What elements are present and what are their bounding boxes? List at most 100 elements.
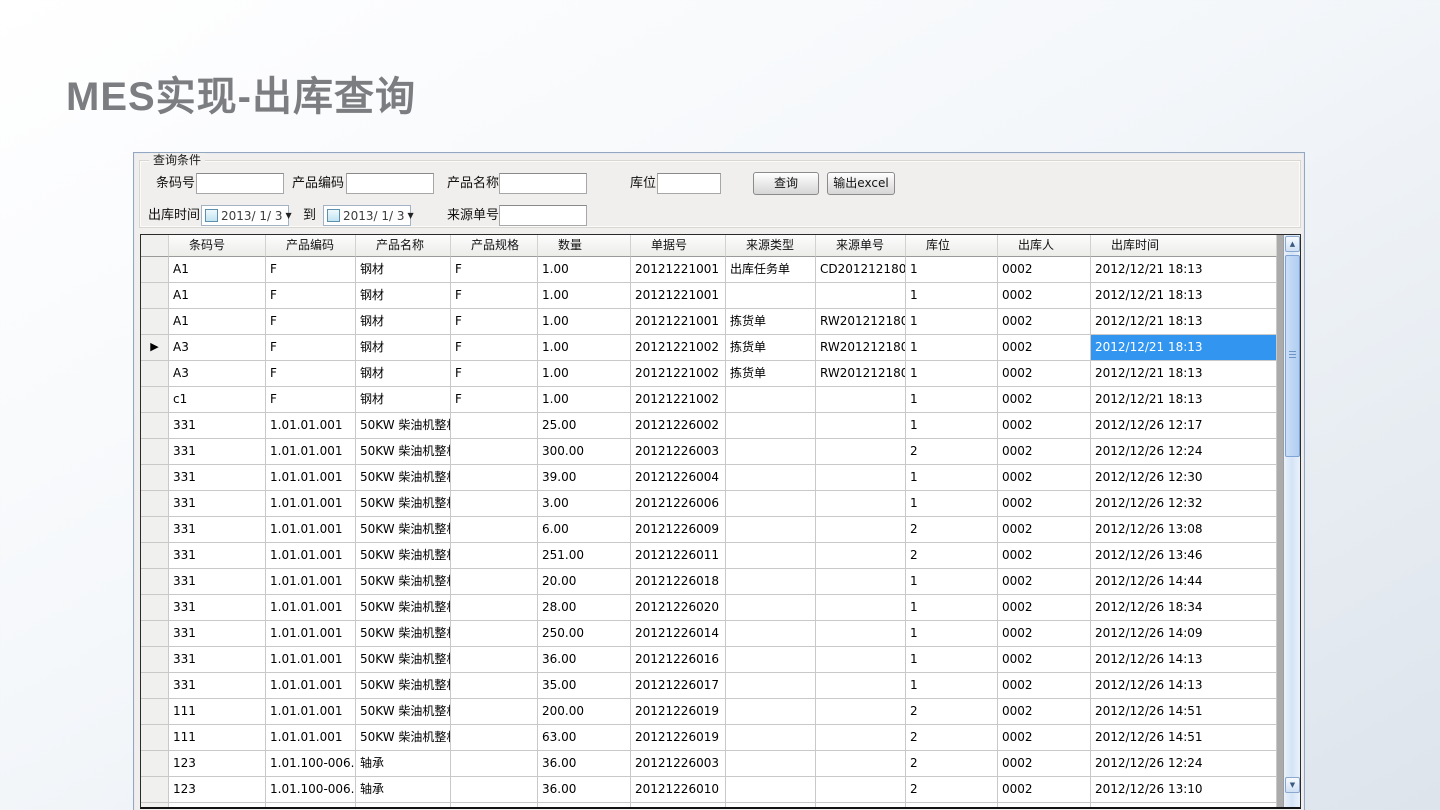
table-cell[interactable]	[726, 803, 816, 807]
table-row[interactable]: 1231.01.100-006...轴承36.00201212260032000…	[141, 751, 1277, 777]
table-cell[interactable]: 50KW 柴油机整机	[356, 725, 451, 751]
table-cell[interactable]	[816, 491, 906, 517]
table-row[interactable]: 1111.01.01.00150KW 柴油机整机63.0020121226019…	[141, 725, 1277, 751]
table-cell[interactable]: 331	[169, 413, 266, 439]
table-cell[interactable]: 1	[906, 335, 998, 361]
row-indicator[interactable]	[141, 673, 169, 699]
table-cell[interactable]: 331	[169, 439, 266, 465]
table-cell[interactable]	[816, 517, 906, 543]
table-cell[interactable]: 123	[169, 777, 266, 803]
table-cell[interactable]: 0002	[998, 777, 1091, 803]
table-cell[interactable]	[998, 803, 1091, 807]
query-button[interactable]: 查询	[753, 172, 819, 195]
table-cell[interactable]: 2	[906, 543, 998, 569]
column-header[interactable]: 出库人	[998, 235, 1091, 257]
table-cell[interactable]: F	[266, 283, 356, 309]
table-cell[interactable]	[451, 595, 538, 621]
chevron-down-icon[interactable]: ▼	[408, 211, 415, 220]
table-cell[interactable]	[538, 803, 631, 807]
table-row[interactable]: 3311.01.01.00150KW 柴油机整机28.0020121226020…	[141, 595, 1277, 621]
table-cell[interactable]: A1	[169, 309, 266, 335]
product-name-input[interactable]	[499, 173, 587, 194]
table-cell[interactable]	[451, 621, 538, 647]
table-cell[interactable]: 1.01.01.001	[266, 569, 356, 595]
table-row[interactable]: 3311.01.01.00150KW 柴油机整机251.002012122601…	[141, 543, 1277, 569]
table-row[interactable]: 3311.01.01.00150KW 柴油机整机20.0020121226018…	[141, 569, 1277, 595]
table-cell[interactable]: 50KW 柴油机整机	[356, 673, 451, 699]
table-cell[interactable]: 0002	[998, 309, 1091, 335]
table-cell[interactable]: 1.01.01.001	[266, 491, 356, 517]
table-cell[interactable]: 111	[169, 699, 266, 725]
table-cell[interactable]: 0002	[998, 361, 1091, 387]
table-cell[interactable]: 2	[906, 699, 998, 725]
table-cell[interactable]: 1.01.01.001	[266, 517, 356, 543]
table-cell[interactable]	[816, 647, 906, 673]
table-cell[interactable]: 1	[906, 673, 998, 699]
table-cell[interactable]: 1	[906, 387, 998, 413]
table-cell[interactable]: 20121226010	[631, 777, 726, 803]
table-cell[interactable]: 331	[169, 595, 266, 621]
table-cell[interactable]: 2012/12/26 18:34	[1091, 595, 1277, 621]
table-cell[interactable]: 20121226017	[631, 673, 726, 699]
date-from-checkbox[interactable]	[205, 209, 218, 222]
table-cell[interactable]: F	[451, 309, 538, 335]
table-cell[interactable]: 250.00	[538, 621, 631, 647]
row-indicator[interactable]	[141, 283, 169, 309]
table-cell[interactable]	[451, 777, 538, 803]
table-cell[interactable]	[451, 725, 538, 751]
row-indicator[interactable]	[141, 543, 169, 569]
table-cell[interactable]: 331	[169, 647, 266, 673]
table-cell[interactable]	[726, 543, 816, 569]
table-cell[interactable]: 拣货单	[726, 309, 816, 335]
row-indicator[interactable]	[141, 491, 169, 517]
table-cell[interactable]: 2012/12/21 18:13	[1091, 257, 1277, 283]
table-cell[interactable]: 0002	[998, 257, 1091, 283]
source-no-input[interactable]	[499, 205, 587, 226]
vertical-scrollbar[interactable]: ▲ ▼	[1283, 235, 1300, 807]
row-indicator[interactable]	[141, 361, 169, 387]
table-row[interactable]: A1F钢材F1.0020121221001100022012/12/21 18:…	[141, 283, 1277, 309]
table-cell[interactable]	[726, 387, 816, 413]
table-cell[interactable]: 0002	[998, 465, 1091, 491]
table-cell[interactable]	[169, 803, 266, 807]
table-cell[interactable]: A1	[169, 257, 266, 283]
table-cell[interactable]: 6.00	[538, 517, 631, 543]
column-header[interactable]: 条码号	[169, 235, 266, 257]
table-cell[interactable]: 50KW 柴油机整机	[356, 517, 451, 543]
table-cell[interactable]: 1.01.01.001	[266, 673, 356, 699]
table-cell[interactable]	[816, 439, 906, 465]
column-header[interactable]: 产品编码	[266, 235, 356, 257]
row-indicator[interactable]	[141, 725, 169, 751]
table-cell[interactable]	[726, 647, 816, 673]
table-cell[interactable]: 0002	[998, 439, 1091, 465]
table-cell[interactable]: 1.00	[538, 387, 631, 413]
table-cell[interactable]: 2	[906, 439, 998, 465]
table-cell[interactable]: c1	[169, 387, 266, 413]
table-cell[interactable]: 钢材	[356, 387, 451, 413]
table-cell[interactable]: 0002	[998, 725, 1091, 751]
table-cell[interactable]	[451, 699, 538, 725]
table-cell[interactable]	[726, 621, 816, 647]
table-cell[interactable]	[816, 413, 906, 439]
table-cell[interactable]: 2	[906, 517, 998, 543]
table-cell[interactable]: 0002	[998, 699, 1091, 725]
table-cell[interactable]: 20121226019	[631, 725, 726, 751]
table-cell[interactable]: A3	[169, 361, 266, 387]
column-header[interactable]: 来源单号	[816, 235, 906, 257]
table-cell[interactable]: 20121226009	[631, 517, 726, 543]
table-cell[interactable]	[451, 413, 538, 439]
column-header[interactable]: 来源类型	[726, 235, 816, 257]
table-cell[interactable]: 1.01.01.001	[266, 543, 356, 569]
table-cell[interactable]: 111	[169, 725, 266, 751]
table-cell[interactable]: 轴承	[356, 751, 451, 777]
table-cell[interactable]: 50KW 柴油机整机	[356, 465, 451, 491]
table-cell[interactable]: 2012/12/21 18:13	[1091, 361, 1277, 387]
grid-corner-cell[interactable]	[141, 235, 169, 257]
table-cell[interactable]: 0002	[998, 569, 1091, 595]
table-cell[interactable]	[726, 517, 816, 543]
table-cell[interactable]	[816, 777, 906, 803]
table-row[interactable]: 3311.01.01.00150KW 柴油机整机3.00201212260061…	[141, 491, 1277, 517]
table-cell[interactable]: 1.01.100-006...	[266, 777, 356, 803]
table-cell[interactable]: 2012/12/26 14:13	[1091, 673, 1277, 699]
row-indicator[interactable]	[141, 803, 169, 807]
